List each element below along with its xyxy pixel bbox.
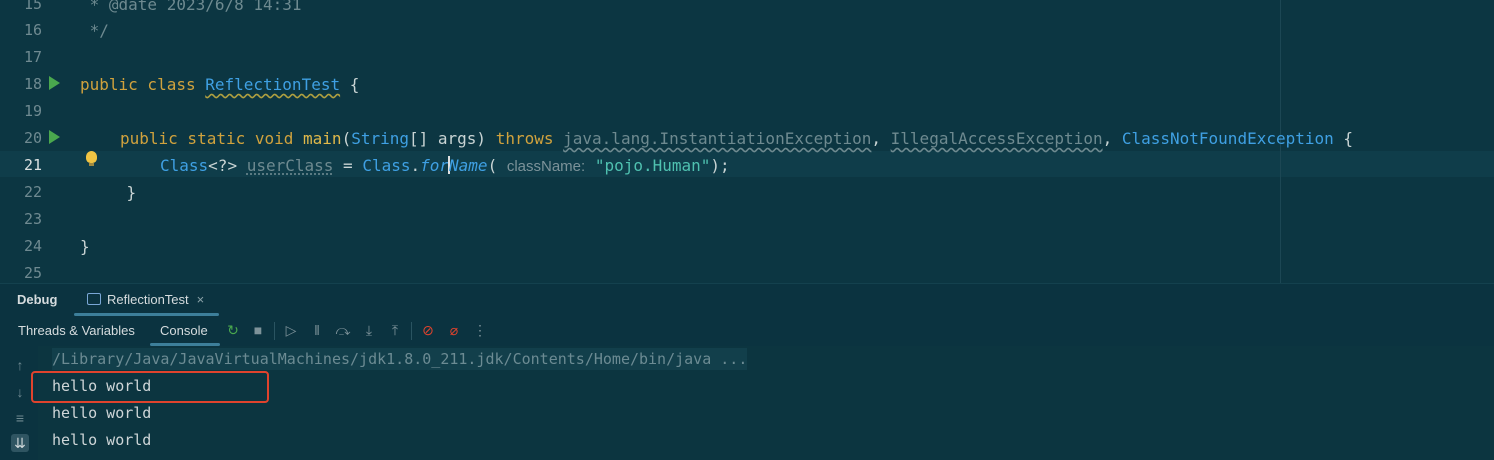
console-output[interactable]: /Library/Java/JavaVirtualMachines/jdk1.8… — [38, 346, 1494, 460]
rerun-icon[interactable]: ↻ — [224, 321, 242, 339]
down-arrow-icon[interactable]: ↓ — [11, 383, 29, 401]
debug-tool-window-header: Debug ReflectionTest × — [0, 283, 1494, 316]
keyword: public class — [80, 75, 206, 94]
line-number: 16 — [23, 21, 42, 39]
punctuation: , — [871, 129, 891, 148]
console-side-toolbar: ↑ ↓ ≡ ⇊ — [0, 346, 38, 460]
command-text: /Library/Java/JavaVirtualMachines/jdk1.8… — [52, 348, 748, 370]
step-over-icon[interactable]: ⤼ — [334, 321, 352, 339]
run-gutter-icon[interactable] — [49, 130, 60, 144]
tab-threads-variables[interactable]: Threads & Variables — [18, 323, 135, 338]
debug-title: Debug — [17, 292, 58, 307]
line-number: 15 — [23, 0, 42, 13]
punctuation: , — [1102, 129, 1122, 148]
variable-name: userClass — [246, 156, 334, 175]
line-number: 21 — [23, 156, 42, 174]
tab-reflection-test[interactable]: ReflectionTest × — [87, 292, 204, 307]
mute-breakpoints-icon[interactable]: ⌀ — [445, 321, 463, 339]
highlight-annotation-box — [31, 371, 269, 403]
exception-name: java.lang.InstantiationException — [563, 129, 872, 148]
tab-label: ReflectionTest — [107, 292, 189, 307]
punctuation: . — [410, 156, 421, 175]
more-icon[interactable]: ⋮ — [471, 321, 489, 339]
code-line: } — [88, 183, 137, 202]
exception-name: IllegalAccessException — [890, 129, 1103, 148]
type-name: String — [351, 129, 409, 148]
method-name: for — [420, 156, 450, 175]
code-line: * @date 2023/6/8 14:31 — [80, 0, 302, 14]
run-gutter-icon[interactable] — [49, 76, 60, 90]
code-editor[interactable]: 15 16 17 18 19 20 21 22 23 24 25 * @date… — [0, 0, 1494, 283]
step-out-icon[interactable]: ⤒ — [386, 321, 404, 339]
toolbar-separator — [411, 322, 412, 340]
resume-icon[interactable]: ▷ — [282, 321, 300, 339]
up-arrow-icon[interactable]: ↑ — [11, 356, 29, 374]
pause-icon[interactable]: ‖ — [308, 321, 326, 339]
console-output-line: hello world — [52, 431, 152, 449]
line-number: 20 — [23, 129, 42, 147]
type-name: Class — [160, 156, 209, 175]
tab-console[interactable]: Console — [160, 323, 208, 338]
punctuation: [] args) — [409, 129, 496, 148]
type-name: Class — [362, 156, 411, 175]
soft-wrap-icon[interactable]: ≡ — [11, 409, 29, 427]
code-line: } — [80, 237, 90, 256]
punctuation: ( — [341, 129, 352, 148]
console-command-line: /Library/Java/JavaVirtualMachines/jdk1.8… — [52, 348, 748, 370]
punctuation: ); — [710, 156, 730, 175]
keyword: throws — [495, 129, 564, 148]
run-config-icon — [87, 293, 101, 305]
keyword: public static void — [120, 129, 304, 148]
line-number: 17 — [23, 48, 42, 66]
method-name: Name — [449, 156, 488, 175]
code-line: public class ReflectionTest { — [80, 75, 359, 94]
punctuation: ( — [487, 156, 507, 175]
string-literal: "pojo.Human" — [585, 156, 711, 175]
line-number: 18 — [23, 75, 42, 93]
code-line: */ — [80, 21, 109, 40]
punctuation: = — [333, 156, 363, 175]
line-number: 23 — [23, 210, 42, 228]
code-line: Class<?> userClass = Class.forName( clas… — [160, 156, 730, 175]
punctuation: { — [340, 75, 360, 94]
punctuation: { — [1333, 129, 1354, 148]
exception-name: ClassNotFoundException — [1121, 129, 1334, 148]
toolbar-separator — [274, 322, 275, 340]
console-output-line: hello world — [52, 404, 152, 422]
method-name: main — [303, 129, 342, 148]
step-into-icon[interactable]: ⤓ — [360, 321, 378, 339]
class-name: ReflectionTest — [205, 75, 341, 94]
debug-toolbar: Threads & Variables Console ↻ ■ ▷ ‖ ⤼ ⤓ … — [0, 316, 1494, 346]
breakpoints-icon[interactable]: ⊘ — [419, 321, 437, 339]
parameter-hint: className: — [506, 158, 586, 175]
line-number: 19 — [23, 102, 42, 120]
scroll-to-end-icon[interactable]: ⇊ — [11, 434, 29, 452]
line-number: 22 — [23, 183, 42, 201]
line-number: 25 — [23, 264, 42, 282]
close-icon[interactable]: × — [197, 292, 205, 307]
code-line: public static void main(String[] args) t… — [120, 129, 1353, 148]
punctuation: <?> — [208, 156, 247, 175]
stop-icon[interactable]: ■ — [249, 321, 267, 339]
lightbulb-icon[interactable] — [86, 151, 97, 166]
line-number: 24 — [23, 237, 42, 255]
